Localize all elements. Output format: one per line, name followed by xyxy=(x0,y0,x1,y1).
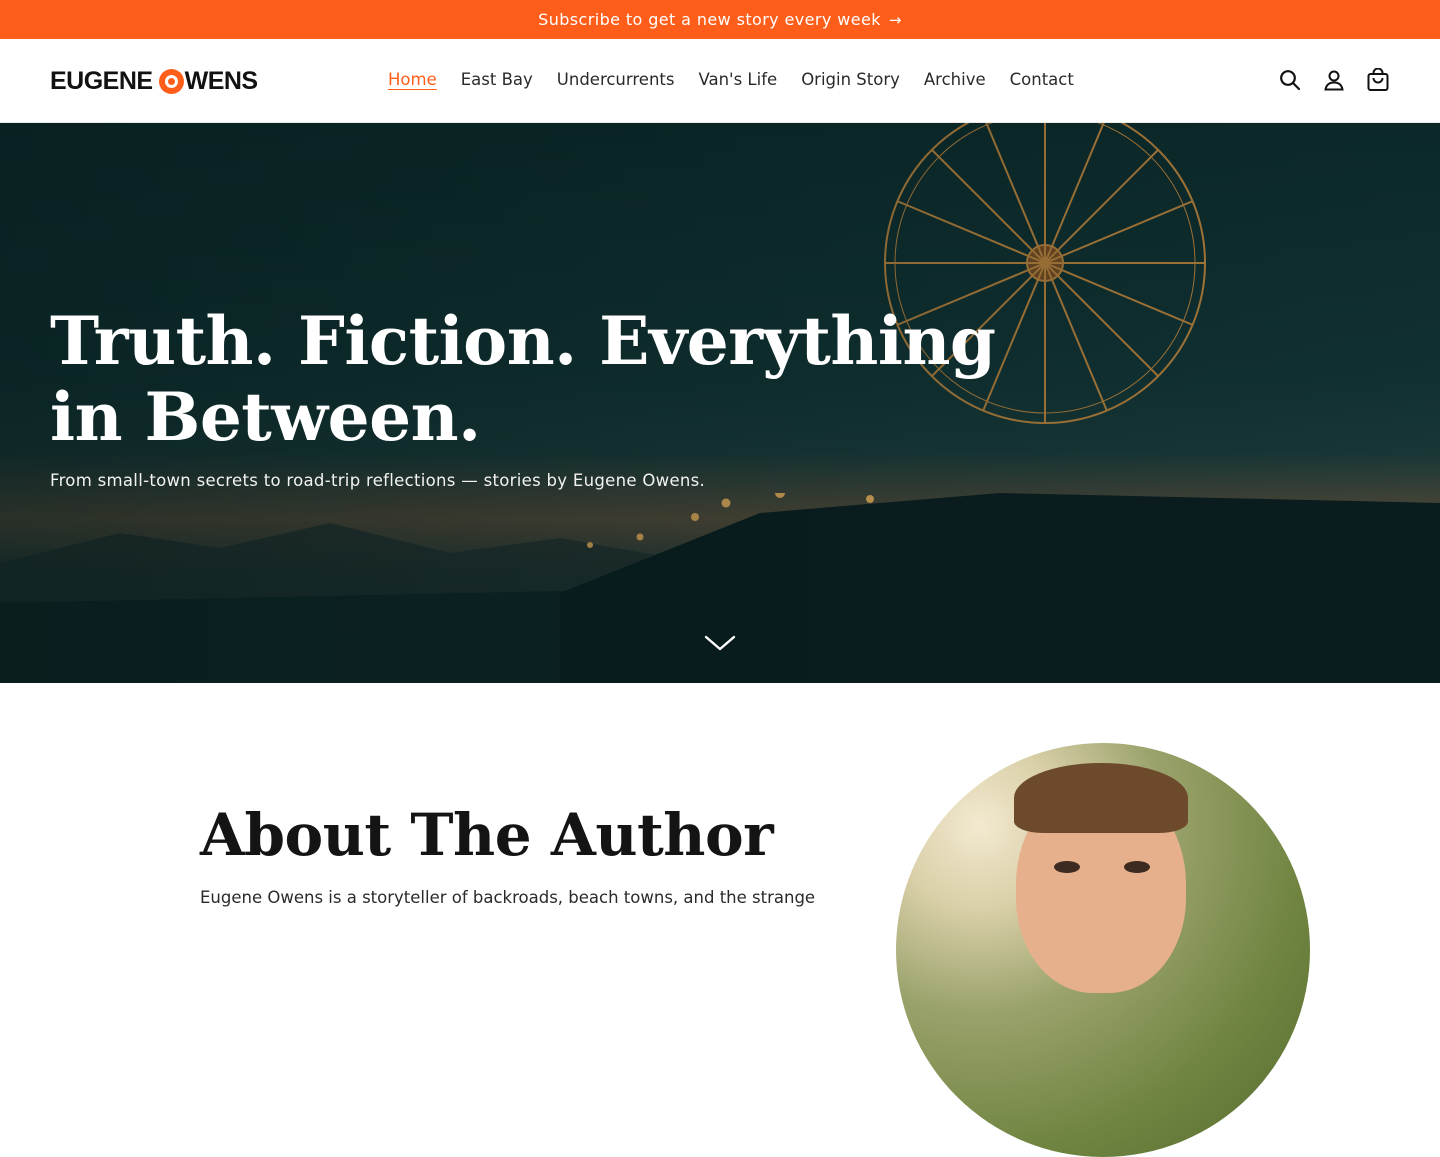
chevron-down-icon[interactable] xyxy=(704,627,760,657)
site-logo[interactable]: EUGENE WENS xyxy=(50,67,258,95)
site-header: EUGENE WENS Home East Bay Undercurrents … xyxy=(0,39,1440,123)
arrow-right-icon: → xyxy=(888,10,902,29)
logo-text-first: EUGENE xyxy=(50,66,153,95)
about-heading: About The Author xyxy=(200,801,774,869)
nav-item-vans-life[interactable]: Van's Life xyxy=(686,69,789,91)
logo-o-mark-icon xyxy=(158,68,184,94)
account-icon[interactable] xyxy=(1322,67,1346,93)
nav-item-home[interactable]: Home xyxy=(388,69,449,91)
nav-item-archive[interactable]: Archive xyxy=(912,69,998,91)
hero-subtitle: From small-town secrets to road-trip ref… xyxy=(50,471,706,490)
nav-item-east-bay[interactable]: East Bay xyxy=(449,69,545,91)
nav-item-contact[interactable]: Contact xyxy=(998,69,1086,91)
portrait-eye-left xyxy=(1054,861,1080,873)
nav-item-undercurrents[interactable]: Undercurrents xyxy=(545,69,687,91)
hero-title: Truth. Fiction. Everything in Between. xyxy=(50,302,996,456)
cart-icon[interactable] xyxy=(1366,67,1390,93)
author-portrait xyxy=(896,743,1310,1157)
announcement-text: Subscribe to get a new story every week xyxy=(538,10,881,29)
about-bio: Eugene Owens is a storyteller of backroa… xyxy=(200,888,816,907)
portrait-eye-right xyxy=(1124,861,1150,873)
portrait-hair xyxy=(1014,763,1188,833)
logo-text-last: WENS xyxy=(184,66,259,95)
header-actions xyxy=(1278,67,1390,93)
hero-banner: Truth. Fiction. Everything in Between. F… xyxy=(0,123,1440,683)
main-nav: Home East Bay Undercurrents Van's Life O… xyxy=(388,69,1086,91)
search-icon[interactable] xyxy=(1278,67,1302,93)
announcement-bar[interactable]: Subscribe to get a new story every week … xyxy=(0,0,1440,39)
nav-item-origin-story[interactable]: Origin Story xyxy=(789,69,912,91)
